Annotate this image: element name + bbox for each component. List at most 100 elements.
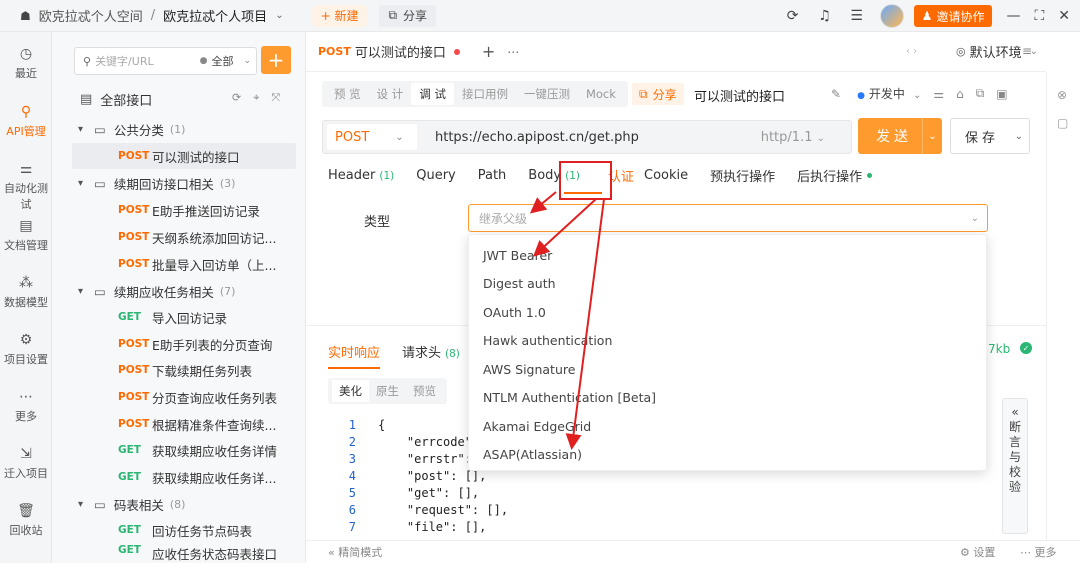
save-button[interactable]: 保存 ⌄	[950, 118, 1030, 154]
copy-icon[interactable]: ⧉	[976, 86, 985, 101]
api-row[interactable]: POST 天纲系统添加回访记...	[72, 224, 296, 250]
tab-pre-script[interactable]: 预执行操作	[710, 166, 775, 185]
auth-option[interactable]: ASAP(Atlassian)	[483, 440, 963, 468]
subtab-stress[interactable]: 一键压测	[516, 83, 578, 105]
folder-row[interactable]: ▾ ▭ 续期回访接口相关 (3)	[72, 170, 296, 196]
compact-mode-toggle[interactable]: « 精简模式	[328, 544, 382, 560]
tab-path[interactable]: Path	[478, 168, 507, 183]
filter-select[interactable]: 全部	[211, 53, 233, 69]
tab-post-script[interactable]: 后执行操作	[797, 166, 873, 185]
api-row[interactable]: POST 可以测试的接口	[72, 143, 296, 169]
nav-automation[interactable]: ⚌ 自动化测试	[0, 161, 52, 212]
api-name[interactable]: 可以测试的接口	[694, 86, 785, 105]
footer-more[interactable]: ⋯ 更多	[1020, 544, 1057, 560]
chevron-down-icon[interactable]: ⌄	[243, 56, 251, 66]
subtab-design[interactable]: 设 计	[369, 83, 412, 105]
api-row[interactable]: GET 应收任务状态码表接口	[72, 544, 296, 562]
subtab-preview[interactable]: 预 览	[326, 83, 369, 105]
api-row[interactable]: POST 根据精准条件查询续...	[72, 411, 296, 437]
format-preview[interactable]: 预览	[406, 380, 443, 402]
api-row[interactable]: GET 导入回访记录	[72, 304, 296, 330]
footer-settings[interactable]: ⚙ 设置	[960, 544, 995, 560]
add-api-button[interactable]: +	[261, 46, 291, 74]
minimize-icon[interactable]: —	[1006, 8, 1020, 24]
send-button[interactable]: 发送 ⌄	[858, 118, 942, 154]
panel-icon[interactable]: ▢	[1057, 116, 1068, 130]
auth-option[interactable]: JWT Bearer	[483, 241, 963, 269]
auth-option[interactable]: AWS Signature	[483, 355, 963, 383]
http-version-select[interactable]: http/1.1 ⌄	[761, 130, 825, 145]
auth-type-select[interactable]: 继承父级 ⌄	[468, 204, 988, 232]
folder-row[interactable]: ▾ ▭ 码表相关 (8)	[72, 491, 296, 517]
tab-header[interactable]: Header (1)	[328, 168, 394, 183]
tab-api[interactable]: POST 可以测试的接口	[318, 42, 460, 61]
tree-root[interactable]: ▤ 全部接口	[80, 90, 152, 109]
caret-down-icon[interactable]: ▾	[78, 499, 94, 510]
api-row[interactable]: GET 获取续期应收任务详情	[72, 437, 296, 463]
settings-icon[interactable]: ⊗	[1057, 88, 1067, 102]
method-select[interactable]: POST ⌄	[327, 124, 417, 150]
bell-icon[interactable]: ♫	[814, 5, 836, 27]
api-row[interactable]: POST 批量导入回访单（上...	[72, 251, 296, 277]
workspace-link[interactable]: 欧克拉忒个人空间	[39, 6, 143, 25]
subtab-case[interactable]: 接口用例	[454, 83, 516, 105]
nav-recent[interactable]: ◷ 最近	[0, 46, 52, 81]
api-row[interactable]: POST 分页查询应收任务列表	[72, 384, 296, 410]
notes-icon[interactable]: ☰	[846, 5, 868, 27]
status-select[interactable]: ● 开发中 ⌄	[857, 85, 921, 102]
tab-cookie[interactable]: Cookie	[644, 168, 688, 183]
refresh-icon[interactable]: ⟳	[782, 5, 804, 27]
nav-trash[interactable]: 🗑 回收站	[0, 503, 52, 538]
invite-button[interactable]: ♟ 邀请协作	[913, 5, 993, 27]
nav-more[interactable]: ⋯ 更多	[0, 389, 52, 424]
format-raw[interactable]: 原生	[369, 380, 406, 402]
auth-option[interactable]: Hawk authentication	[483, 326, 963, 354]
archive-icon[interactable]: ▣	[996, 87, 1007, 101]
close-icon[interactable]: ✕	[1058, 8, 1070, 24]
tree-tools[interactable]: ⟳⌖⤧	[232, 91, 292, 105]
share-api-button[interactable]: ⧉ 分享	[632, 83, 684, 105]
auth-option[interactable]: Akamai EdgeGrid	[483, 412, 963, 440]
project-selector[interactable]: 欧克拉忒个人项目	[163, 6, 267, 25]
url-input[interactable]: https://echo.apipost.cn/get.php	[435, 130, 639, 145]
folder-row[interactable]: ▾ ▭ 公共分类 (1)	[72, 116, 296, 142]
save-options-icon[interactable]: ⌄	[1015, 131, 1023, 142]
api-row[interactable]: POST E助手列表的分页查询	[72, 331, 296, 357]
search-input[interactable]: ⚲ 关键字/URL ● 全部 ⌄	[74, 47, 257, 75]
nav-docs[interactable]: ▤ 文档管理	[0, 218, 52, 253]
maximize-icon[interactable]: ⛶	[1034, 8, 1044, 24]
api-row[interactable]: POST 下载续期任务列表	[72, 357, 296, 383]
tab-scroll-icon[interactable]: ‹ ›	[906, 46, 917, 57]
nav-import[interactable]: ⇲ 迁入项目	[0, 446, 52, 481]
more-tabs-icon[interactable]: ⋯	[507, 45, 519, 59]
align-icon[interactable]: ⚌	[933, 87, 944, 101]
share-project-button[interactable]: ⧉ 分享	[379, 4, 437, 27]
add-tab-icon[interactable]: +	[482, 42, 495, 61]
edit-icon[interactable]: ✎	[831, 87, 841, 101]
format-pretty[interactable]: 美化	[332, 380, 369, 402]
avatar[interactable]	[879, 4, 904, 28]
caret-down-icon[interactable]: ▾	[78, 178, 94, 189]
subtab-debug[interactable]: 调 试	[411, 83, 454, 105]
tab-query[interactable]: Query	[416, 168, 456, 183]
chevron-down-icon[interactable]: ⌄	[275, 10, 283, 21]
nav-data-model[interactable]: ⁂ 数据模型	[0, 275, 52, 310]
assertion-panel-toggle[interactable]: « 断言与校验	[1002, 398, 1028, 534]
env-menu-icon[interactable]: ≡	[1022, 44, 1032, 58]
send-options-icon[interactable]: ⌄	[922, 118, 942, 154]
auth-option[interactable]: OAuth 1.0	[483, 298, 963, 326]
auth-option[interactable]: NTLM Authentication [Beta]	[483, 383, 963, 411]
caret-down-icon[interactable]: ▾	[78, 124, 94, 135]
tab-request-headers[interactable]: 请求头 (8)	[402, 342, 460, 369]
tab-realtime-response[interactable]: 实时响应	[328, 342, 381, 369]
auth-option[interactable]: Digest auth	[483, 269, 963, 297]
api-row[interactable]: GET 回访任务节点码表	[72, 517, 296, 543]
folder-row[interactable]: ▾ ▭ 续期应收任务相关 (7)	[72, 278, 296, 304]
lock-icon[interactable]: ⌂	[956, 87, 964, 101]
subtab-mock[interactable]: Mock	[578, 83, 624, 105]
caret-down-icon[interactable]: ▾	[78, 286, 94, 297]
api-row[interactable]: POST E助手推送回访记录	[72, 197, 296, 223]
new-button[interactable]: + 新建	[311, 4, 368, 27]
nav-api-management[interactable]: ⚲ API管理	[0, 104, 52, 139]
nav-project-settings[interactable]: ⚙ 项目设置	[0, 332, 52, 367]
